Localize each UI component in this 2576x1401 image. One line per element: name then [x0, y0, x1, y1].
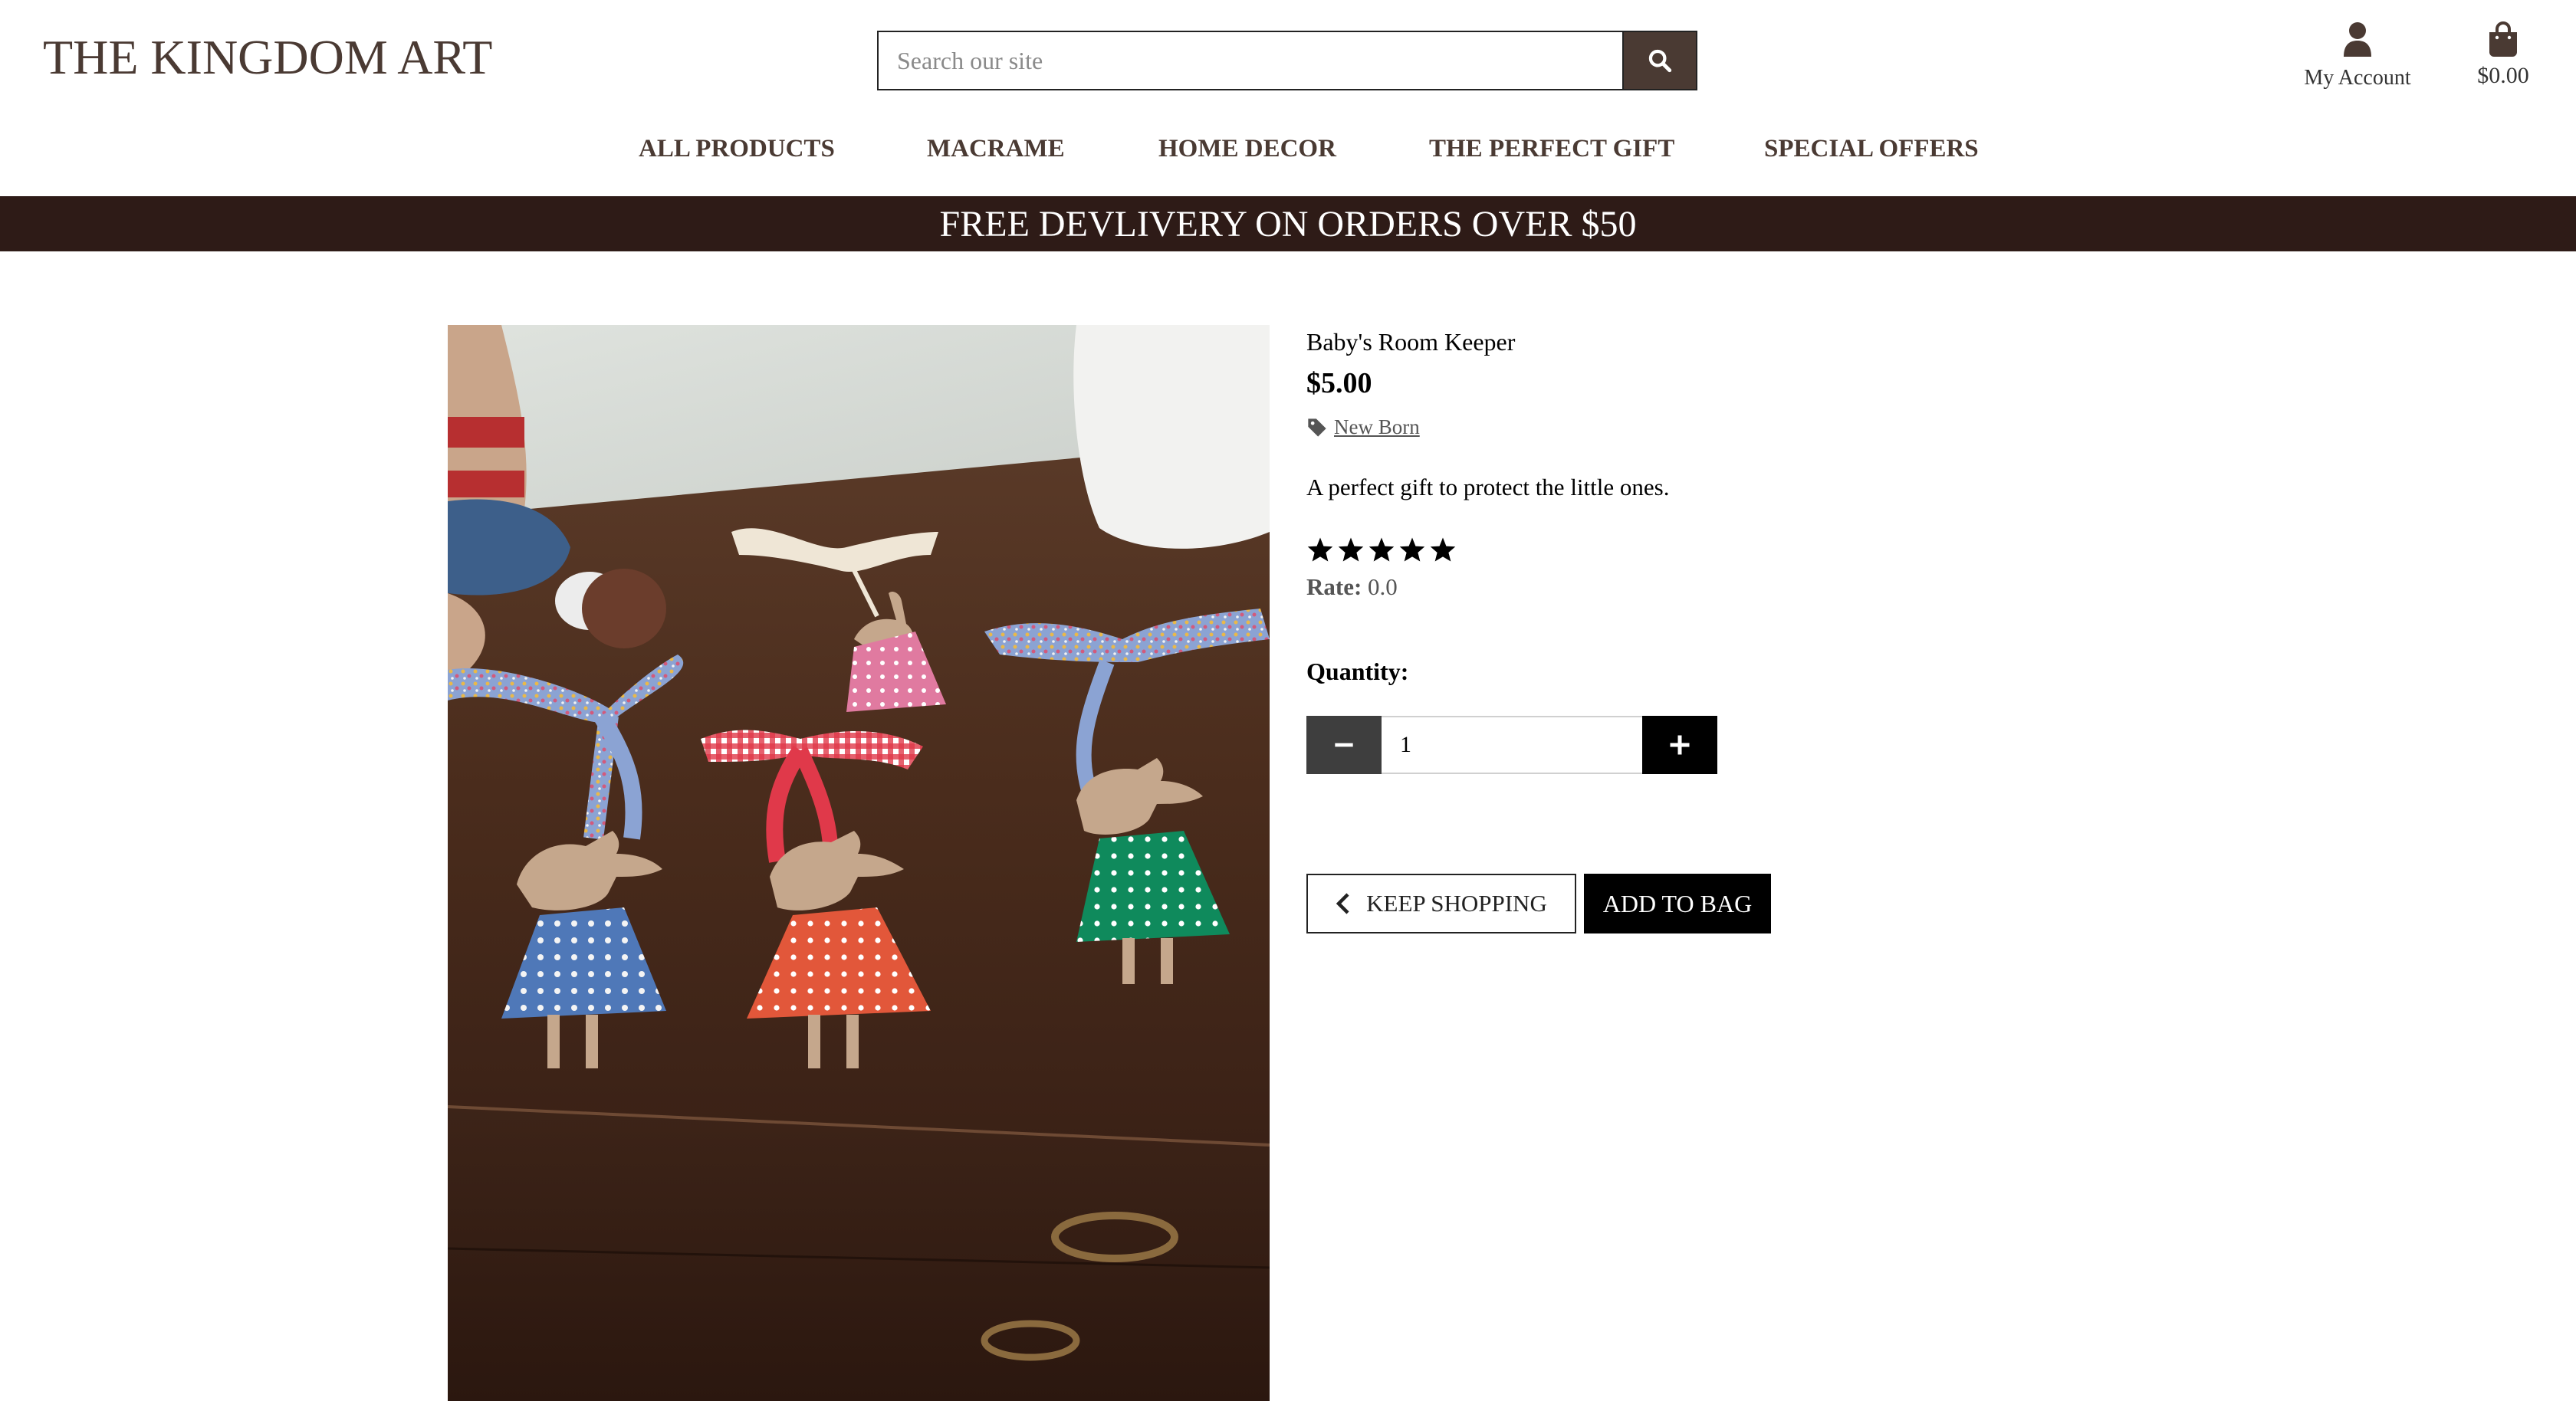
star-icon — [1368, 537, 1395, 562]
plus-icon — [1670, 735, 1690, 755]
site-logo[interactable]: THE KINGDOM ART — [43, 29, 492, 86]
quantity-label: Quantity: — [1306, 658, 1409, 685]
rating-stars — [1306, 536, 1457, 563]
keep-shopping-label: KEEP SHOPPING — [1366, 890, 1547, 917]
product-description: A perfect gift to protect the little one… — [1306, 474, 1670, 500]
quantity-input[interactable] — [1382, 716, 1642, 774]
increment-button[interactable] — [1642, 716, 1717, 774]
shopping-bag-icon — [2489, 21, 2517, 57]
product-image — [448, 325, 1270, 1401]
shopping-bag-link[interactable]: $0.00 — [2461, 21, 2545, 89]
rate-value: 0.0 — [1368, 573, 1398, 600]
nav-special-offers[interactable]: SPECIAL OFFERS — [1764, 135, 1979, 163]
rate-label: Rate: — [1306, 573, 1362, 600]
user-icon — [2344, 22, 2371, 57]
nav-all-products[interactable]: ALL PRODUCTS — [639, 135, 835, 163]
promo-banner-text: FREE DEVLIVERY ON ORDERS OVER $50 — [939, 203, 1637, 244]
my-account-link[interactable]: My Account — [2292, 21, 2423, 90]
star-icon — [1338, 537, 1364, 562]
product-category: New Born — [1306, 415, 1420, 439]
chevron-left-icon — [1336, 893, 1349, 914]
decrement-button[interactable] — [1306, 716, 1382, 774]
minus-icon — [1335, 743, 1353, 747]
star-icon — [1399, 537, 1425, 562]
add-to-bag-button[interactable]: ADD TO BAG — [1584, 874, 1771, 933]
my-account-label: My Account — [2304, 66, 2411, 90]
search-icon — [1648, 49, 1672, 73]
main-nav: ALL PRODUCTS MACRAME HOME DECOR THE PERF… — [0, 135, 2576, 173]
quantity-stepper — [1306, 716, 1717, 774]
promo-banner: FREE DEVLIVERY ON ORDERS OVER $50 — [0, 196, 2576, 251]
star-icon — [1430, 537, 1456, 562]
tag-icon — [1308, 418, 1326, 437]
category-link[interactable]: New Born — [1334, 415, 1420, 439]
product-name: Baby's Room Keeper — [1306, 328, 1516, 356]
nav-home-decor[interactable]: HOME DECOR — [1158, 135, 1336, 163]
nav-macrame[interactable]: MACRAME — [927, 135, 1065, 163]
nav-the-perfect-gift[interactable]: THE PERFECT GIFT — [1429, 135, 1674, 163]
rating-text: Rate: 0.0 — [1306, 573, 1398, 601]
bag-total: $0.00 — [2477, 63, 2529, 88]
product-price: $5.00 — [1306, 367, 1372, 399]
star-icon — [1307, 537, 1333, 562]
search-form — [877, 31, 1697, 90]
search-button[interactable] — [1622, 31, 1697, 90]
search-input[interactable] — [877, 31, 1622, 90]
keep-shopping-button[interactable]: KEEP SHOPPING — [1306, 874, 1576, 933]
